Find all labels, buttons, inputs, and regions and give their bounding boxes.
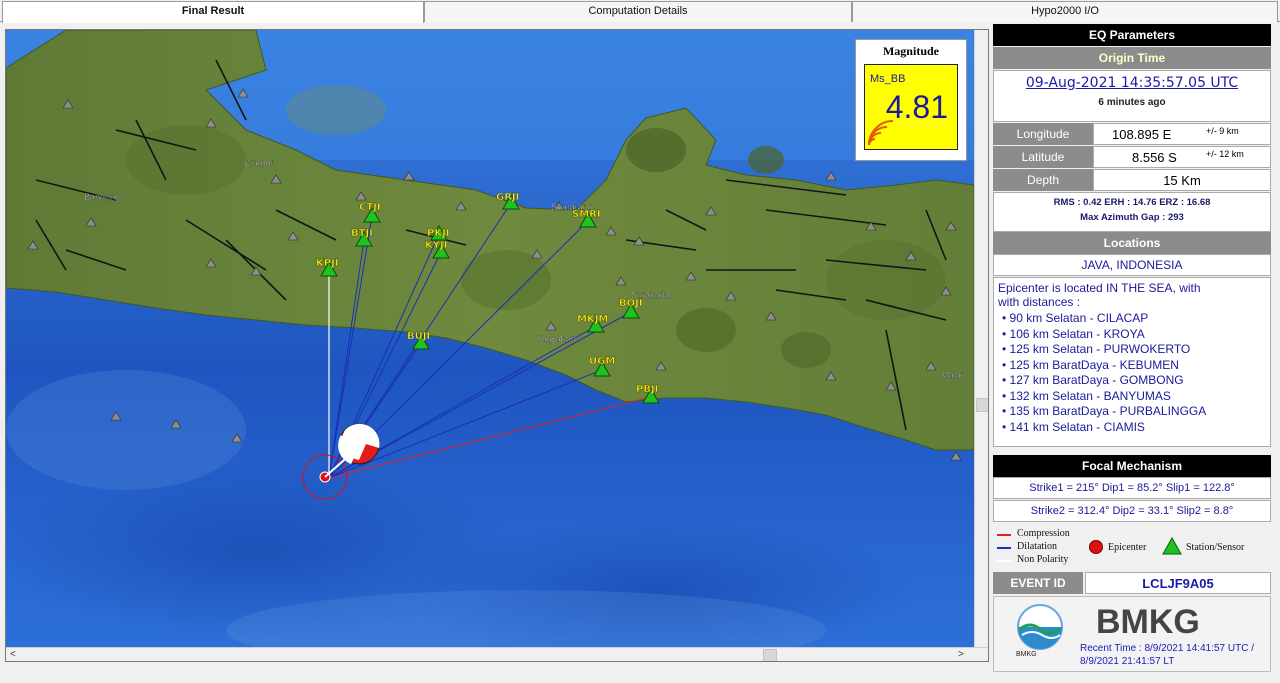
depth-label: Depth [993,169,1093,191]
stats-line-1: RMS : 0.42 ERH : 14.76 ERZ : 16.68 [1053,197,1211,208]
map-panel[interactable]: Cirebon Bandung Semarang Surakarta Yogya… [5,29,989,662]
location-item: • 127 km BaratDaya - GOMBONG [1002,373,1184,387]
legend-compression: Compression [1017,528,1070,539]
city-label: Malan [941,370,966,380]
station-label: MKJM [577,314,608,325]
latitude-error: +/- 12 km [1206,149,1244,159]
station-legend-icon [1162,537,1182,555]
recent-time-line1: Recent Time : 8/9/2021 14:41:57 UTC / [1080,643,1254,654]
focal-mechanism-header: Focal Mechanism [993,455,1271,477]
horizontal-scrollbar[interactable]: < > [6,647,988,661]
station-label: BTJI [351,228,373,239]
origin-time-box: 09-Aug-2021 14:35:57.05 UTC 6 minutes ag… [993,70,1271,122]
epicenter-legend-icon [1089,540,1103,554]
location-item: • 125 km BaratDaya - KEBUMEN [1002,357,1179,372]
station-label: UGM [589,356,615,367]
event-id-label: EVENT ID [993,572,1083,594]
station-label: SMRI [572,209,601,220]
bmkg-footer: BMKG BMKG Recent Time : 8/9/2021 14:41:5… [993,596,1271,672]
city-label: Bandung [84,192,120,202]
scroll-left-icon[interactable]: < [10,648,16,661]
location-item: • 135 km BaratDaya - PURBALINGGA [1002,404,1207,418]
longitude-error: +/- 9 km [1206,126,1239,136]
app-window: Final Result Computation Details Hypo200… [0,0,1280,683]
tab-computation-details[interactable]: Computation Details [424,1,852,22]
locations-list: Epicenter is located IN THE SEA, with wi… [993,277,1271,447]
location-item: • 106 km Selatan - KROYA [1002,326,1145,341]
location-item: • 132 km Selatan - BANYUMAS [1002,388,1171,403]
latitude-label: Latitude [993,146,1093,168]
bmkg-logo-icon [1017,604,1063,650]
legend: Compression Dilatation Non Polarity Epic… [993,524,1271,570]
non-polarity-line-icon [997,560,1011,562]
locations-intro-line2: with distances : [998,295,1081,309]
magnitude-panel: Magnitude Ms_BB 4.81 [855,39,967,161]
city-label: Cirebon [244,158,276,168]
station-label: BOJI [619,298,643,309]
map-canvas[interactable]: Cirebon Bandung Semarang Surakarta Yogya… [6,30,974,647]
legend-station: Station/Sensor [1186,542,1245,553]
station-label: BUJI [407,331,430,342]
station-label: CTJI [359,202,381,213]
focal-line-1-box: Strike1 = 215° Dip1 = 85.2° Slip1 = 122.… [993,477,1271,499]
eq-parameters-header: EQ Parameters [993,24,1271,46]
vertical-scrollbar[interactable] [974,30,988,647]
region-name: JAVA, INDONESIA [1081,258,1183,272]
horizontal-scroll-thumb[interactable] [763,649,777,661]
region-box: JAVA, INDONESIA [993,254,1271,276]
magnitude-title: Magnitude [882,44,939,58]
vertical-scroll-thumb[interactable] [976,398,988,412]
tab-final-result[interactable]: Final Result [2,1,424,23]
focal-line-2-box: Strike2 = 312.4° Dip2 = 33.1° Slip2 = 8.… [993,500,1271,522]
tab-hypo2000-io[interactable]: Hypo2000 I/O [852,1,1278,22]
focal-line-2: Strike2 = 312.4° Dip2 = 33.1° Slip2 = 8.… [1030,505,1234,517]
focal-mechanism-beachball[interactable] [338,423,380,465]
scroll-right-icon[interactable]: > [958,648,964,661]
legend-epicenter: Epicenter [1108,542,1147,553]
longitude-value: 108.895 E [1112,127,1172,142]
recent-time-line2: 8/9/2021 21:41:57 LT [1080,656,1175,667]
station-label: KYJI [425,240,447,251]
bmkg-logo-text: BMKG [1016,651,1037,658]
location-item: • 125 km Selatan - PURWOKERTO [1002,342,1191,356]
origin-time-header: Origin Time [993,47,1271,69]
latitude-cell: 8.556 S +/- 12 km [1093,146,1271,168]
station-label: GRJI [496,192,519,203]
compression-line-icon [997,534,1011,536]
latitude-value: 8.556 S [1132,150,1177,165]
depth-value: 15 Km [1163,173,1201,188]
longitude-label: Longitude [993,123,1093,145]
bmkg-brand: BMKG [1096,603,1200,641]
focal-line-1: Strike1 = 215° Dip1 = 85.2° Slip1 = 122.… [1029,482,1235,494]
location-item: • 90 km Selatan - CILACAP [1002,311,1149,325]
station-label: KPJI [316,258,339,269]
wave-icon [868,120,894,146]
depth-cell: 15 Km [1093,169,1271,191]
stats-box: RMS : 0.42 ERH : 14.76 ERZ : 16.68 Max A… [993,192,1271,232]
event-id: LCLJF9A05 [1142,576,1214,591]
station-label: PKJI [427,228,450,239]
locations-intro-line1: Epicenter is located IN THE SEA, with [998,281,1201,295]
time-ago: 6 minutes ago [1098,97,1166,108]
legend-non-polarity: Non Polarity [1017,554,1069,565]
magnitude-box: Ms_BB 4.81 [864,64,958,150]
stats-line-2: Max Azimuth Gap : 293 [1080,212,1184,223]
dilatation-line-icon [997,547,1011,549]
longitude-cell: 108.895 E +/- 9 km [1093,123,1271,145]
locations-header: Locations [993,232,1271,254]
origin-time: 09-Aug-2021 14:35:57.05 UTC [1025,75,1239,91]
magnitude-type: Ms_BB [870,73,906,85]
tab-bar: Final Result Computation Details Hypo200… [0,0,1280,23]
locations-intro: Epicenter is located IN THE SEA, with wi… [998,281,1201,309]
event-id-box: LCLJF9A05 [1085,572,1271,594]
legend-dilatation: Dilatation [1017,541,1057,552]
location-item: • 141 km Selatan - CIAMIS [1002,419,1145,434]
station-label: PBJI [636,384,658,395]
